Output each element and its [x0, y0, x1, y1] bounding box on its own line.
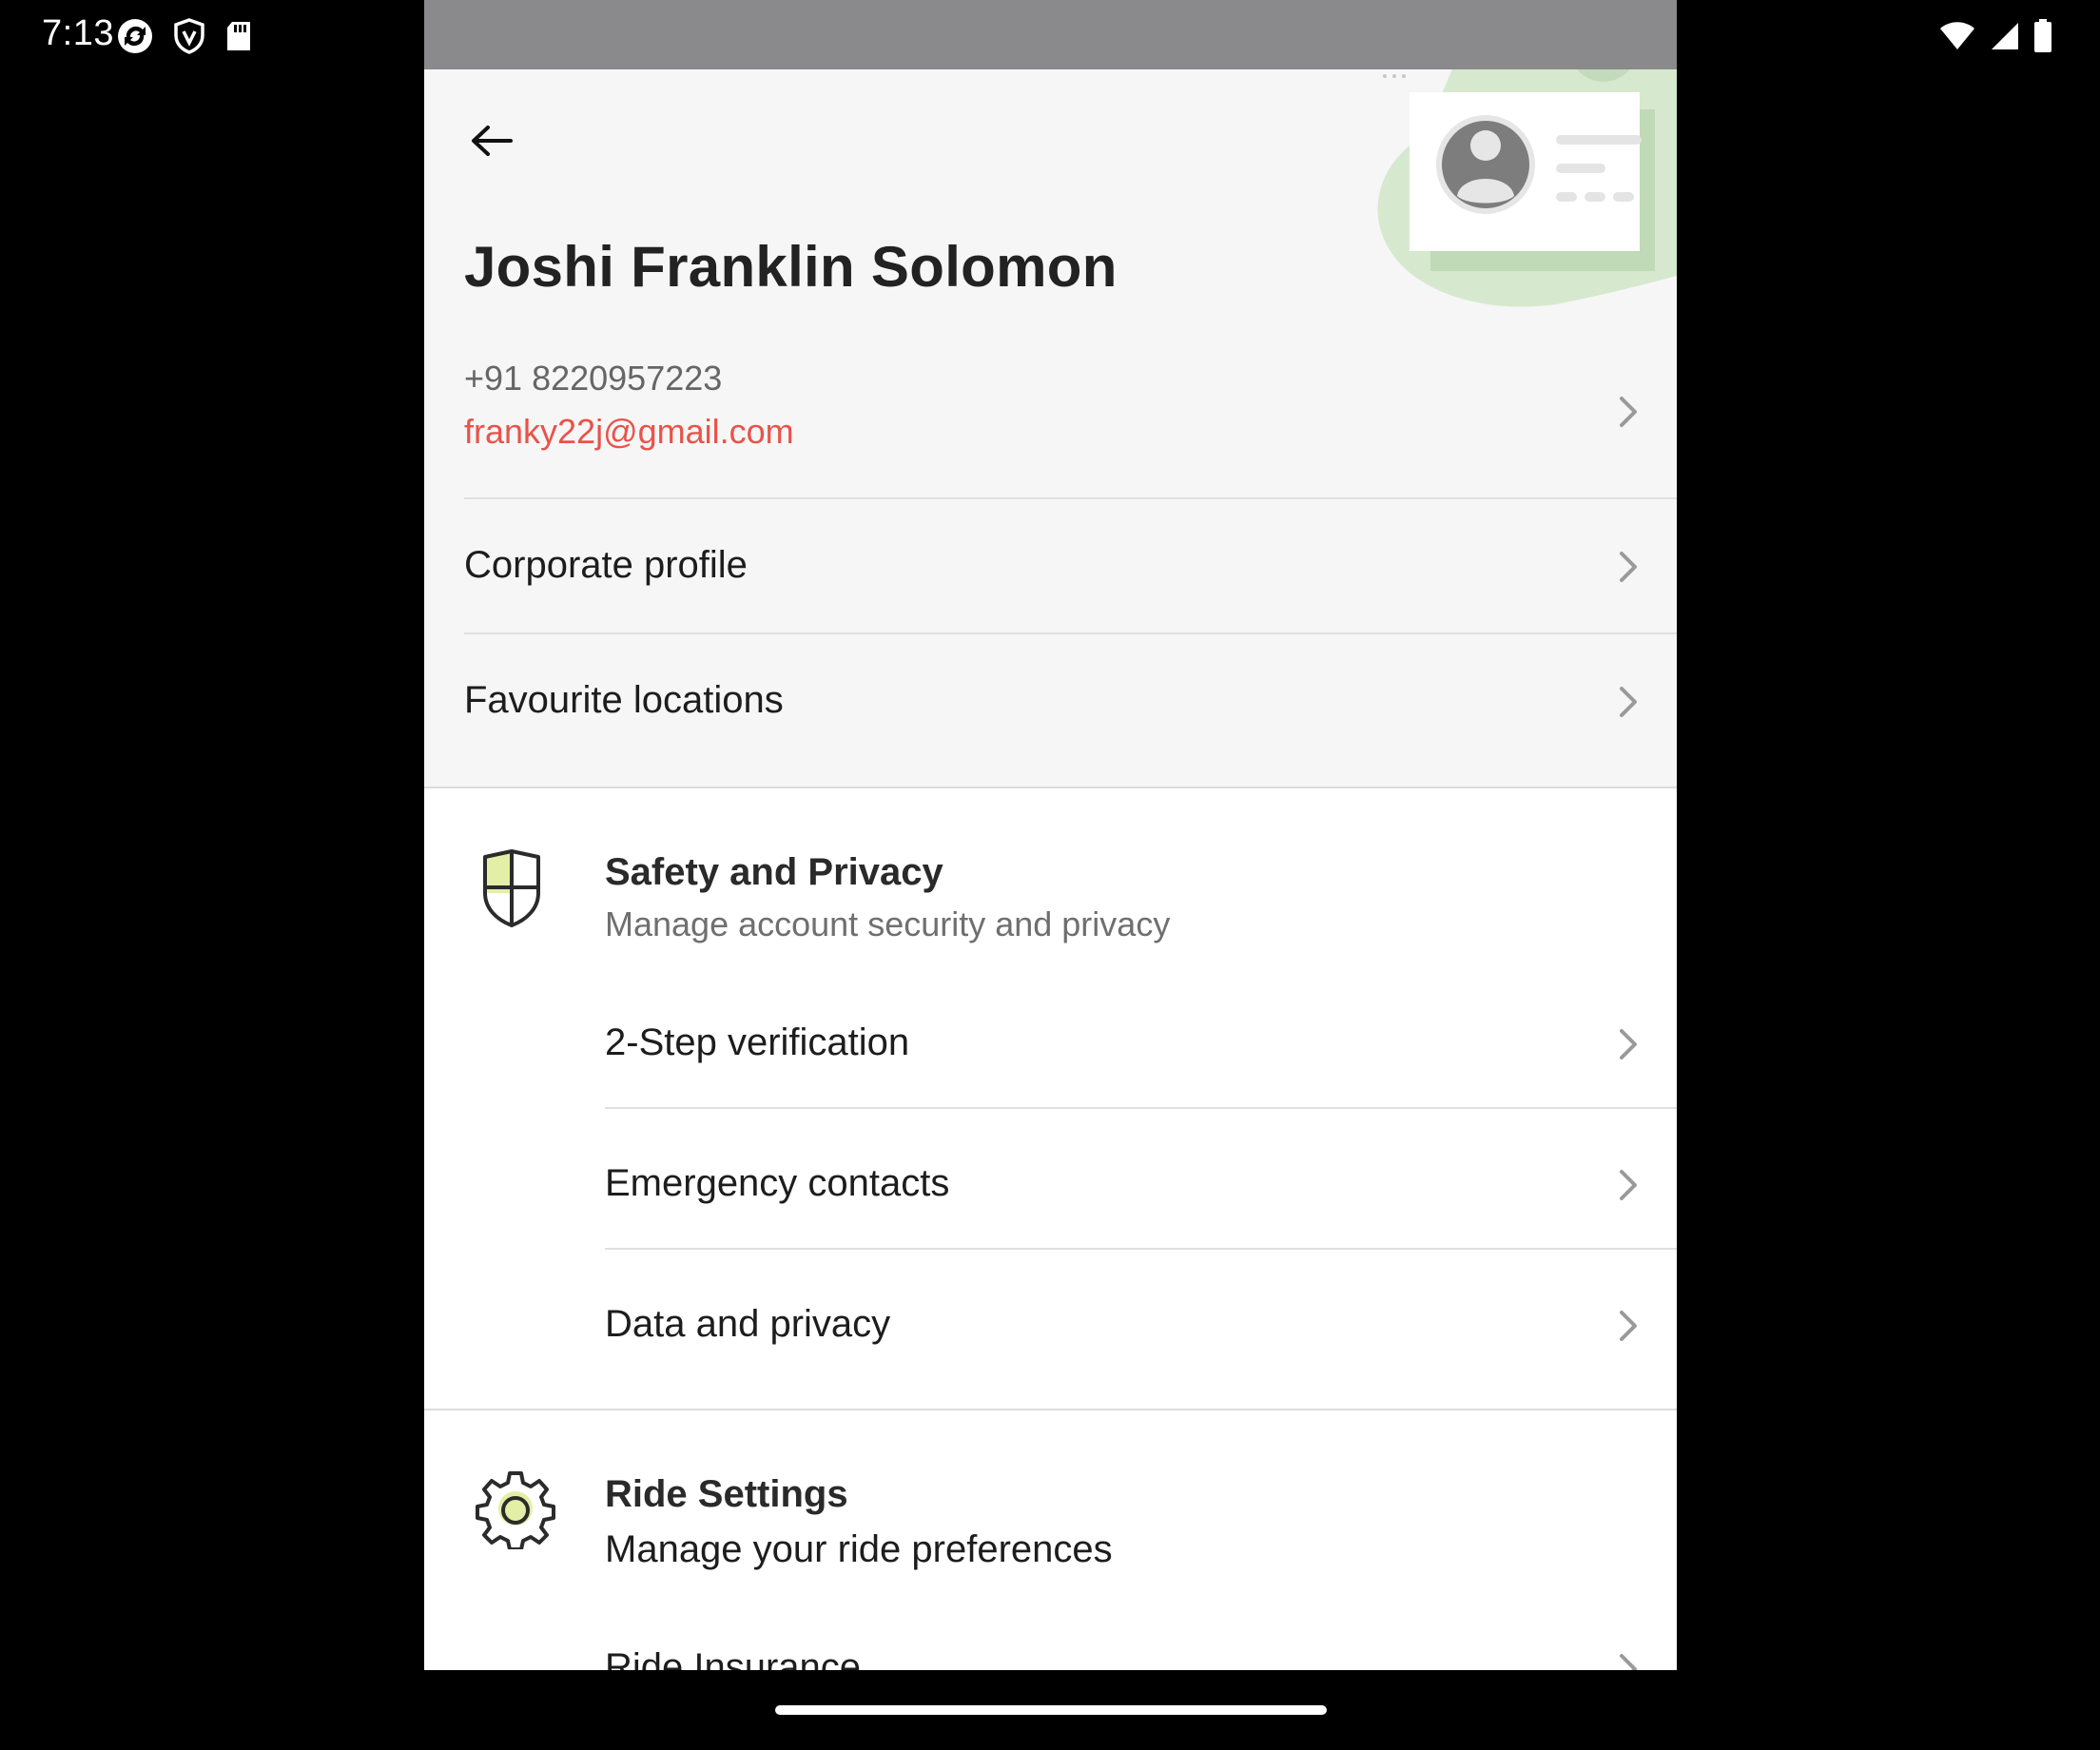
status-right-icons — [1938, 19, 2052, 58]
chevron-right-icon — [1620, 1654, 1637, 1670]
menu-item-corporate-profile[interactable]: Corporate profile — [424, 500, 1677, 633]
menu-item-favourite-locations[interactable]: Favourite locations — [424, 635, 1677, 768]
sd-card-icon — [224, 20, 253, 57]
profile-header: Joshi Franklin Solomon +91 8220957223 fr… — [424, 0, 1677, 787]
chevron-right-icon — [1620, 1170, 1637, 1200]
divider — [464, 497, 1677, 499]
menu-item-data-and-privacy[interactable]: Data and privacy — [424, 1257, 1677, 1398]
vpn-shield-icon — [173, 18, 205, 59]
chevron-right-icon — [1620, 1311, 1637, 1341]
status-scrim — [424, 0, 1677, 69]
contact-info-row[interactable]: +91 8220957223 franky22j@gmail.com — [424, 336, 1677, 497]
status-time: 7:13 — [42, 13, 114, 53]
gesture-nav-handle[interactable] — [775, 1705, 1327, 1715]
section-subtitle: Manage your ride preferences — [605, 1528, 1113, 1570]
section-title: Safety and Privacy — [605, 851, 943, 893]
gear-icon — [476, 1471, 555, 1549]
back-button[interactable] — [462, 112, 519, 169]
menu-item-ride-insurance[interactable]: Ride Insurance — [424, 1601, 1677, 1670]
section-ride-settings: Ride Settings Manage your ride preferenc… — [424, 1410, 1677, 1670]
divider — [605, 1248, 1677, 1250]
divider — [464, 632, 1677, 634]
battery-icon — [2033, 19, 2052, 58]
menu-item-label: Ride Insurance — [605, 1646, 862, 1670]
cell-signal-icon — [1990, 21, 2020, 56]
chevron-right-icon — [1620, 1029, 1637, 1060]
menu-item-label: Corporate profile — [464, 544, 748, 586]
phone-number: +91 8220957223 — [464, 359, 723, 398]
arrow-left-icon — [472, 126, 513, 156]
section-title: Ride Settings — [605, 1473, 848, 1515]
shield-icon — [483, 849, 540, 927]
profile-name: Joshi Franklin Solomon — [464, 235, 1118, 299]
divider — [605, 1107, 1677, 1109]
sync-icon — [116, 17, 154, 60]
wifi-icon — [1938, 21, 1976, 56]
section-subtitle: Manage account security and privacy — [605, 904, 1171, 943]
chevron-right-icon — [1620, 397, 1637, 427]
menu-item-label: Data and privacy — [605, 1303, 891, 1345]
menu-item-emergency-contacts[interactable]: Emergency contacts — [424, 1117, 1677, 1257]
status-left-icons — [116, 17, 253, 60]
chevron-right-icon — [1620, 687, 1637, 717]
menu-item-2-step-verification[interactable]: 2-Step verification — [424, 976, 1677, 1117]
menu-item-label: Favourite locations — [464, 679, 784, 721]
email-address: franky22j@gmail.com — [464, 412, 794, 451]
menu-item-label: 2-Step verification — [605, 1021, 910, 1063]
app-window: Joshi Franklin Solomon +91 8220957223 fr… — [424, 0, 1677, 1670]
menu-item-label: Emergency contacts — [605, 1162, 950, 1204]
chevron-right-icon — [1620, 552, 1637, 582]
section-safety-privacy: Safety and Privacy Manage account securi… — [424, 788, 1677, 1409]
